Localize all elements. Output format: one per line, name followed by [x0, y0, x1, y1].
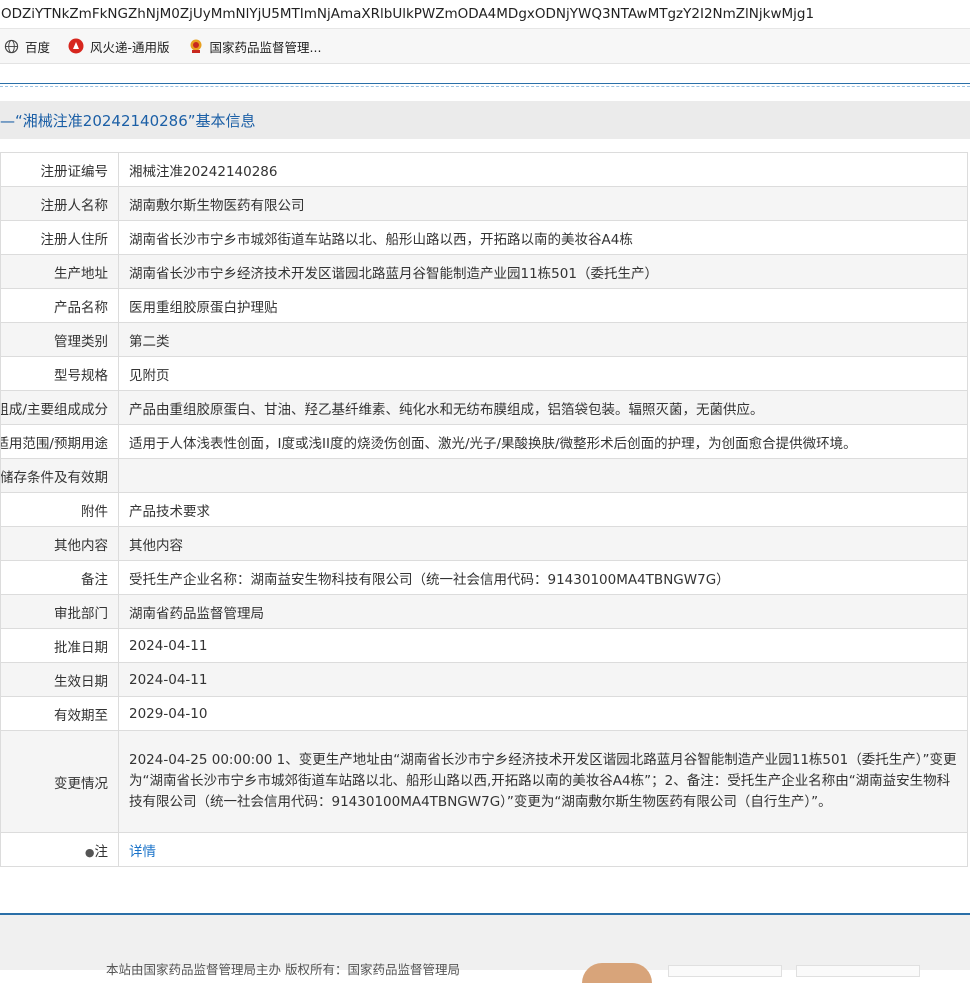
table-row: 适用范围/预期用途 适用于人体浅表性创面，I度或浅II度的烧烫伤创面、激光/光子/…	[0, 424, 968, 459]
header-rule	[0, 83, 970, 84]
row-value: 2029-04-10	[118, 696, 968, 731]
row-label: 生产地址	[54, 265, 108, 282]
address-bar[interactable]: ODZiYTNkZmFkNGZhNjM0ZjUyMmNlYjU5MTImNjAm…	[0, 0, 970, 29]
globe-icon	[3, 38, 19, 54]
row-value: 见附页	[118, 356, 968, 391]
row-value: 湘械注准20242140286	[118, 152, 968, 187]
table-row: 生产地址 湖南省长沙市宁乡经济技术开发区谐园北路蓝月谷智能制造产业园11栋501（…	[0, 254, 968, 289]
table-row: 备注 受托生产企业名称：湖南益安生物科技有限公司（统一社会信用代码：9143010…	[0, 560, 968, 595]
header-dashed-rule	[0, 86, 970, 87]
table-row: 附件 产品技术要求	[0, 492, 968, 527]
table-row: 注册人名称 湖南敷尔斯生物医药有限公司	[0, 186, 968, 221]
row-value: 湖南敷尔斯生物医药有限公司	[118, 186, 968, 221]
row-value: 其他内容	[118, 526, 968, 561]
row-label: 其他内容	[54, 537, 108, 554]
row-label: 管理类别	[54, 333, 108, 350]
table-row: 结构及组成/主要组成成分产品由重组胶原蛋白、甘油、羟乙基纤维素、纯化水和无纺布膜…	[0, 390, 968, 425]
table-row: ●注 详情	[0, 832, 968, 867]
row-label: 附件	[81, 503, 108, 520]
row-label: 注册人住所	[40, 231, 109, 248]
bookmark-label: 风火递-通用版	[90, 39, 170, 55]
table-row: 产品名称 医用重组胶原蛋白护理贴	[0, 288, 968, 323]
footer-badge[interactable]	[668, 965, 782, 977]
row-label: 备注	[81, 571, 108, 588]
footer-badge[interactable]	[796, 965, 920, 977]
row-label: 审批部门	[54, 605, 108, 622]
row-value: 医用重组胶原蛋白护理贴	[118, 288, 968, 323]
table-row: 变更情况 2024-04-25 00:00:00 1、变更生产地址由“湖南省长沙市…	[0, 730, 968, 833]
red-logo-icon	[68, 38, 84, 54]
table-row: 管理类别 第二类	[0, 322, 968, 357]
row-label: 变更情况	[54, 775, 108, 792]
row-value: 湖南省长沙市宁乡市城郊街道车站路以北、船形山路以西，开拓路以南的美妆谷A4栋	[118, 220, 968, 255]
info-table: 注册证编号 湘械注准20242140286 注册人名称 湖南敷尔斯生物医药有限公司 …	[0, 152, 968, 867]
bookmark-label: 百度	[25, 39, 51, 55]
row-label: 注册人名称	[40, 197, 109, 214]
row-label: 注册证编号	[40, 163, 109, 180]
row-label: 产品储存条件及有效期	[0, 469, 109, 486]
footer: 本站由国家药品监督管理局主办 版权所有：国家药品监督管理局	[0, 915, 970, 983]
table-row: 批准日期 2024-04-11	[0, 628, 968, 663]
row-value	[118, 458, 968, 493]
emblem-icon	[188, 38, 204, 54]
table-row: 注册证编号 湘械注准20242140286	[0, 152, 968, 187]
bookmarks-bar: 百度 风火递-通用版 国家药品监督管理...	[0, 29, 970, 64]
url-text: ODZiYTNkZmFkNGZhNjM0ZjUyMmNlYjU5MTImNjAm…	[1, 6, 815, 22]
row-value: 产品由重组胶原蛋白、甘油、羟乙基纤维素、纯化水和无纺布膜组成，铝箔袋包装。辐照灭…	[118, 390, 968, 425]
bookmark-baidu[interactable]: 百度	[3, 37, 50, 56]
footer-text: 本站由国家药品监督管理局主办 版权所有：国家药品监督管理局	[106, 962, 460, 977]
details-link[interactable]: 详情	[129, 844, 156, 860]
pin-icon: ●	[84, 845, 95, 859]
row-value: 产品技术要求	[118, 492, 968, 527]
table-row: 审批部门 湖南省药品监督管理局	[0, 594, 968, 629]
row-label: 生效日期	[54, 673, 108, 690]
table-row: 其他内容 其他内容	[0, 526, 968, 561]
row-value: 湖南省药品监督管理局	[118, 594, 968, 629]
table-row: 生效日期 2024-04-11	[0, 662, 968, 697]
row-value: 2024-04-11	[118, 628, 968, 663]
row-label: 型号规格	[54, 367, 108, 384]
row-label: 有效期至	[54, 707, 108, 724]
row-label: 结构及组成/主要组成成分	[2, 401, 109, 418]
table-row: 注册人住所 湖南省长沙市宁乡市城郊街道车站路以北、船形山路以西，开拓路以南的美妆谷…	[0, 220, 968, 255]
table-row: 型号规格 见附页	[0, 356, 968, 391]
row-value: 2024-04-11	[118, 662, 968, 697]
row-value: 湖南省长沙市宁乡经济技术开发区谐园北路蓝月谷智能制造产业园11栋501（委托生产…	[118, 254, 968, 289]
bookmark-fenghuodi[interactable]: 风火递-通用版	[68, 37, 170, 56]
bookmark-label: 国家药品监督管理...	[209, 39, 322, 55]
row-label: 适用范围/预期用途	[0, 435, 109, 452]
table-row: 有效期至 2029-04-10	[0, 696, 968, 731]
section-title-bar: —“湘械注准20242140286”基本信息	[0, 101, 970, 139]
row-value: 适用于人体浅表性创面，I度或浅II度的烧烫伤创面、激光/光子/果酸换肤/微整形术…	[118, 424, 968, 459]
row-value: 第二类	[118, 322, 968, 357]
row-label: 产品名称	[54, 299, 108, 316]
table-row: 产品储存条件及有效期	[0, 458, 968, 493]
row-label: 批准日期	[54, 639, 108, 656]
footer-emblem-icon	[582, 963, 652, 983]
row-value: 受托生产企业名称：湖南益安生物科技有限公司（统一社会信用代码：91430100M…	[118, 560, 968, 595]
page-title: —“湘械注准20242140286”基本信息	[0, 112, 256, 130]
row-value: 2024-04-25 00:00:00 1、变更生产地址由“湖南省长沙市宁乡经济…	[118, 730, 968, 833]
note-label: ●注	[84, 843, 108, 860]
bookmark-nmpa[interactable]: 国家药品监督管理...	[188, 37, 322, 56]
